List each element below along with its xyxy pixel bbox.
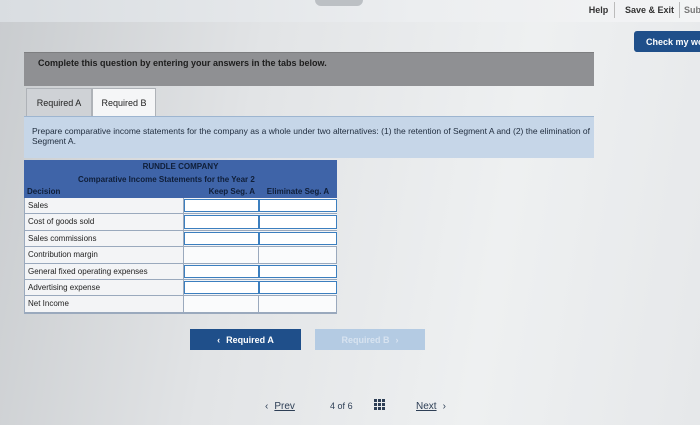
keep-input[interactable] xyxy=(184,231,259,246)
company-name: RUNDLE COMPANY xyxy=(24,160,337,173)
row-label: Sales commissions xyxy=(24,230,184,247)
keep-cell xyxy=(184,247,259,263)
row-label: Advertising expense xyxy=(24,279,184,296)
keep-input[interactable] xyxy=(184,215,259,229)
instruction-banner: Complete this question by entering your … xyxy=(24,52,594,86)
eliminate-column-header: Eliminate Seg. A xyxy=(266,187,330,196)
row-label: Net Income xyxy=(24,296,184,312)
table-row: Sales xyxy=(24,198,337,215)
table-row: Cost of goods sold xyxy=(24,214,337,231)
keep-input[interactable] xyxy=(184,280,259,295)
prompt-text: Prepare comparative income statements fo… xyxy=(32,126,590,146)
tab-required-a[interactable]: Required A xyxy=(26,88,92,116)
row-label: Cost of goods sold xyxy=(24,214,184,230)
row-label: Contribution margin xyxy=(24,247,184,263)
eliminate-input[interactable] xyxy=(259,215,337,229)
grid-icon[interactable] xyxy=(374,399,386,411)
eliminate-input[interactable] xyxy=(259,199,337,213)
eliminate-input[interactable] xyxy=(259,231,337,246)
table-bottom-border xyxy=(24,312,337,319)
income-statement-table: RUNDLE COMPANY Comparative Income Statem… xyxy=(24,160,337,319)
prev-label: Prev xyxy=(274,400,295,412)
next-label: Next xyxy=(416,400,437,412)
eliminate-cell xyxy=(259,247,337,263)
page-separator: of xyxy=(337,401,346,411)
table-row: Advertising expense xyxy=(24,279,337,297)
keep-column-header: Keep Seg. A xyxy=(208,187,255,196)
saved-indicator xyxy=(315,0,363,6)
eliminate-input[interactable] xyxy=(259,280,337,295)
instruction-text: Complete this question by entering your … xyxy=(38,58,327,68)
chevron-left-icon: ‹ xyxy=(265,400,269,412)
chevron-right-icon: › xyxy=(442,400,446,412)
save-exit-button[interactable]: Save & Exit xyxy=(620,2,680,18)
chevron-right-icon: › xyxy=(395,334,399,345)
eliminate-input[interactable] xyxy=(259,264,337,278)
submit-button[interactable]: Sub xyxy=(684,2,700,18)
table-row: General fixed operating expenses xyxy=(24,263,337,280)
keep-cell xyxy=(184,296,259,312)
row-label: General fixed operating expenses xyxy=(24,263,184,279)
statement-title: Comparative Income Statements for the Ye… xyxy=(24,173,337,186)
keep-input[interactable] xyxy=(184,199,259,213)
chevron-left-icon: ‹ xyxy=(217,334,221,345)
row-label: Sales xyxy=(24,198,184,214)
next-tab-label: Required B xyxy=(341,334,390,345)
previous-tab-label: Required A xyxy=(226,334,274,345)
table-row: Net Income xyxy=(24,296,337,313)
help-button[interactable]: Help xyxy=(583,2,615,18)
previous-tab-button[interactable]: ‹ Required A xyxy=(190,329,301,350)
question-prompt: Prepare comparative income statements fo… xyxy=(24,116,594,158)
tab-required-b[interactable]: Required B xyxy=(92,88,156,116)
top-toolbar: Help Save & Exit Sub xyxy=(0,0,700,22)
page-current: 4 xyxy=(330,401,336,411)
prev-question-link[interactable]: ‹ Prev xyxy=(265,399,295,413)
next-tab-button[interactable]: Required B › xyxy=(315,329,425,350)
eliminate-cell xyxy=(259,296,337,312)
table-row: Sales commissions xyxy=(24,230,337,248)
page-total: 6 xyxy=(347,401,353,411)
page-counter: 4 of 6 xyxy=(330,399,353,413)
column-headers: Decision Keep Seg. A Eliminate Seg. A xyxy=(24,186,337,198)
table-row: Contribution margin xyxy=(24,247,337,264)
keep-input[interactable] xyxy=(184,264,259,278)
check-my-work-button[interactable]: Check my wo xyxy=(634,31,700,52)
next-question-link[interactable]: Next › xyxy=(416,399,446,413)
decision-column-header: Decision xyxy=(27,187,61,196)
